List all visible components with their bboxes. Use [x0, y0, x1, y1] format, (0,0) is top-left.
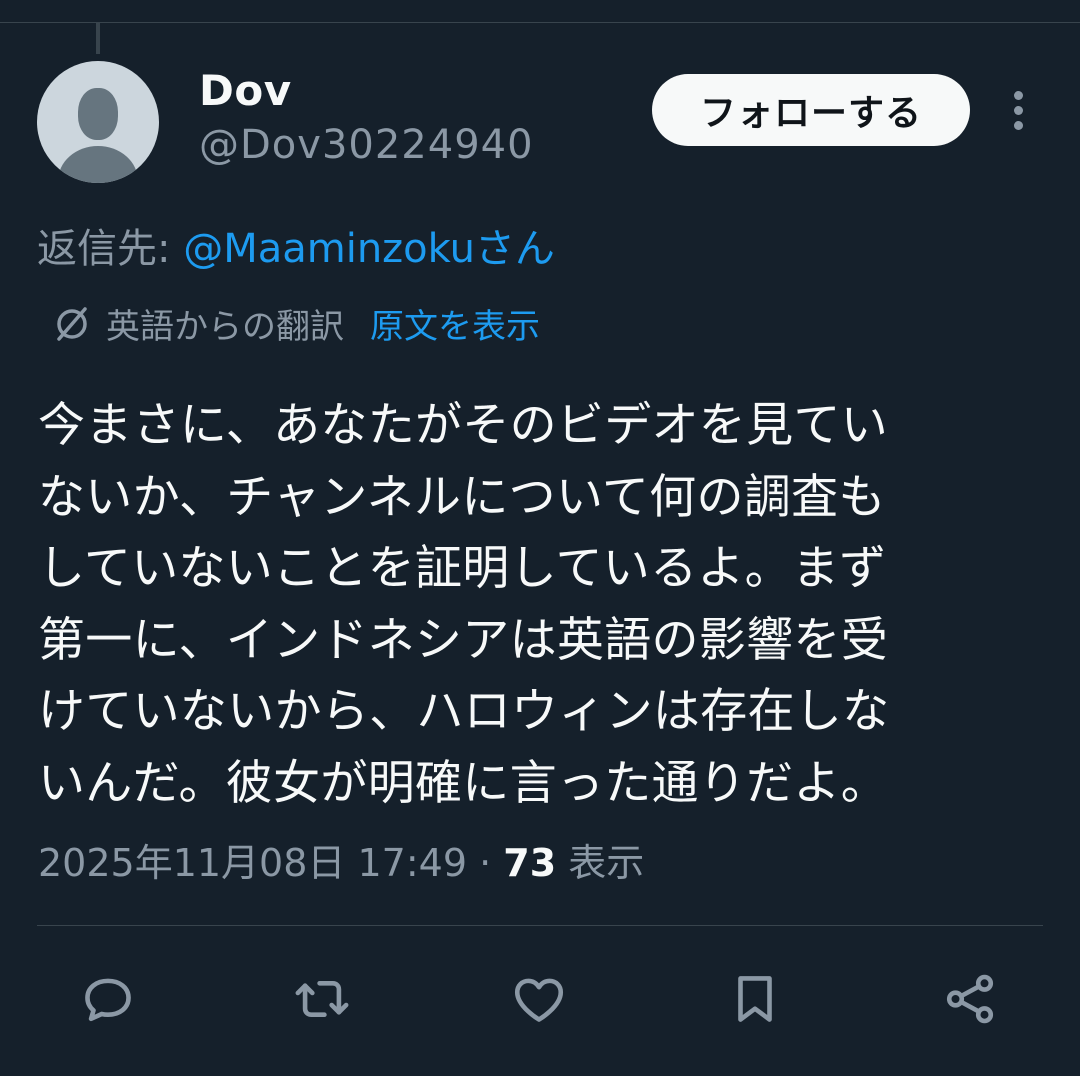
share-icon [946, 974, 994, 1024]
retweet-button[interactable] [289, 966, 355, 1032]
tweet-text: 今まさに、あなたがそのビデオを見てい ないか、チャンネルについて何の調査も して… [38, 390, 1038, 819]
avatar[interactable] [37, 61, 159, 183]
translation-label: 英語からの翻訳 [106, 306, 344, 347]
tweet-text-line: 今まさに、あなたがそのビデオを見てい [38, 398, 888, 453]
reply-to-mention-link[interactable]: @Maaminzokuさん [183, 226, 555, 272]
share-button[interactable] [937, 966, 1003, 1032]
avatar-shoulders-shape [58, 146, 138, 183]
view-count: 73 [503, 841, 557, 885]
bottom-divider [37, 925, 1043, 926]
reply-icon [85, 978, 131, 1022]
tweet-text-line: 第一に、インドネシアは英語の影響を受 [38, 612, 888, 668]
tweet-text-line: ないか、チャンネルについて何の調査も [38, 469, 886, 525]
tweet-meta: 2025年11月08日 17:49 · 73 表示 [38, 832, 644, 887]
thread-connector-line [96, 22, 100, 54]
translate-icon [57, 307, 87, 341]
show-original-link[interactable]: 原文を表示 [370, 299, 540, 348]
reply-button[interactable] [75, 966, 141, 1032]
tweet-text-line: いんだ。彼女が明確に言った通りだよ。 [38, 755, 888, 811]
follow-button[interactable]: フォローする [652, 74, 970, 146]
reply-to-prefix: 返信先: [37, 226, 184, 272]
more-options-icon[interactable] [1006, 88, 1032, 134]
user-handle[interactable]: @Dov30224940 [199, 122, 534, 168]
tweet-text-line: けていないから、ハロウィンは存在しな [38, 684, 890, 739]
top-divider [0, 22, 1080, 23]
reply-to-line: 返信先: @Maaminzokuさん [37, 216, 555, 274]
display-name[interactable]: Dov [199, 66, 292, 115]
tweet-text-line: していないことを証明しているよ。まず [38, 541, 887, 596]
action-bar [0, 966, 1080, 1036]
bookmark-button[interactable] [722, 966, 788, 1032]
heart-icon [514, 978, 564, 1022]
timestamp[interactable]: 2025年11月08日 17:49 [38, 841, 467, 885]
view-label: 表示 [556, 841, 645, 885]
translation-row: 英語からの翻訳 原文を表示 [50, 298, 540, 348]
bookmark-icon [738, 976, 772, 1022]
retweet-icon [295, 980, 349, 1018]
meta-separator: · [467, 841, 504, 885]
avatar-head-shape [78, 88, 118, 140]
like-button[interactable] [506, 966, 572, 1032]
